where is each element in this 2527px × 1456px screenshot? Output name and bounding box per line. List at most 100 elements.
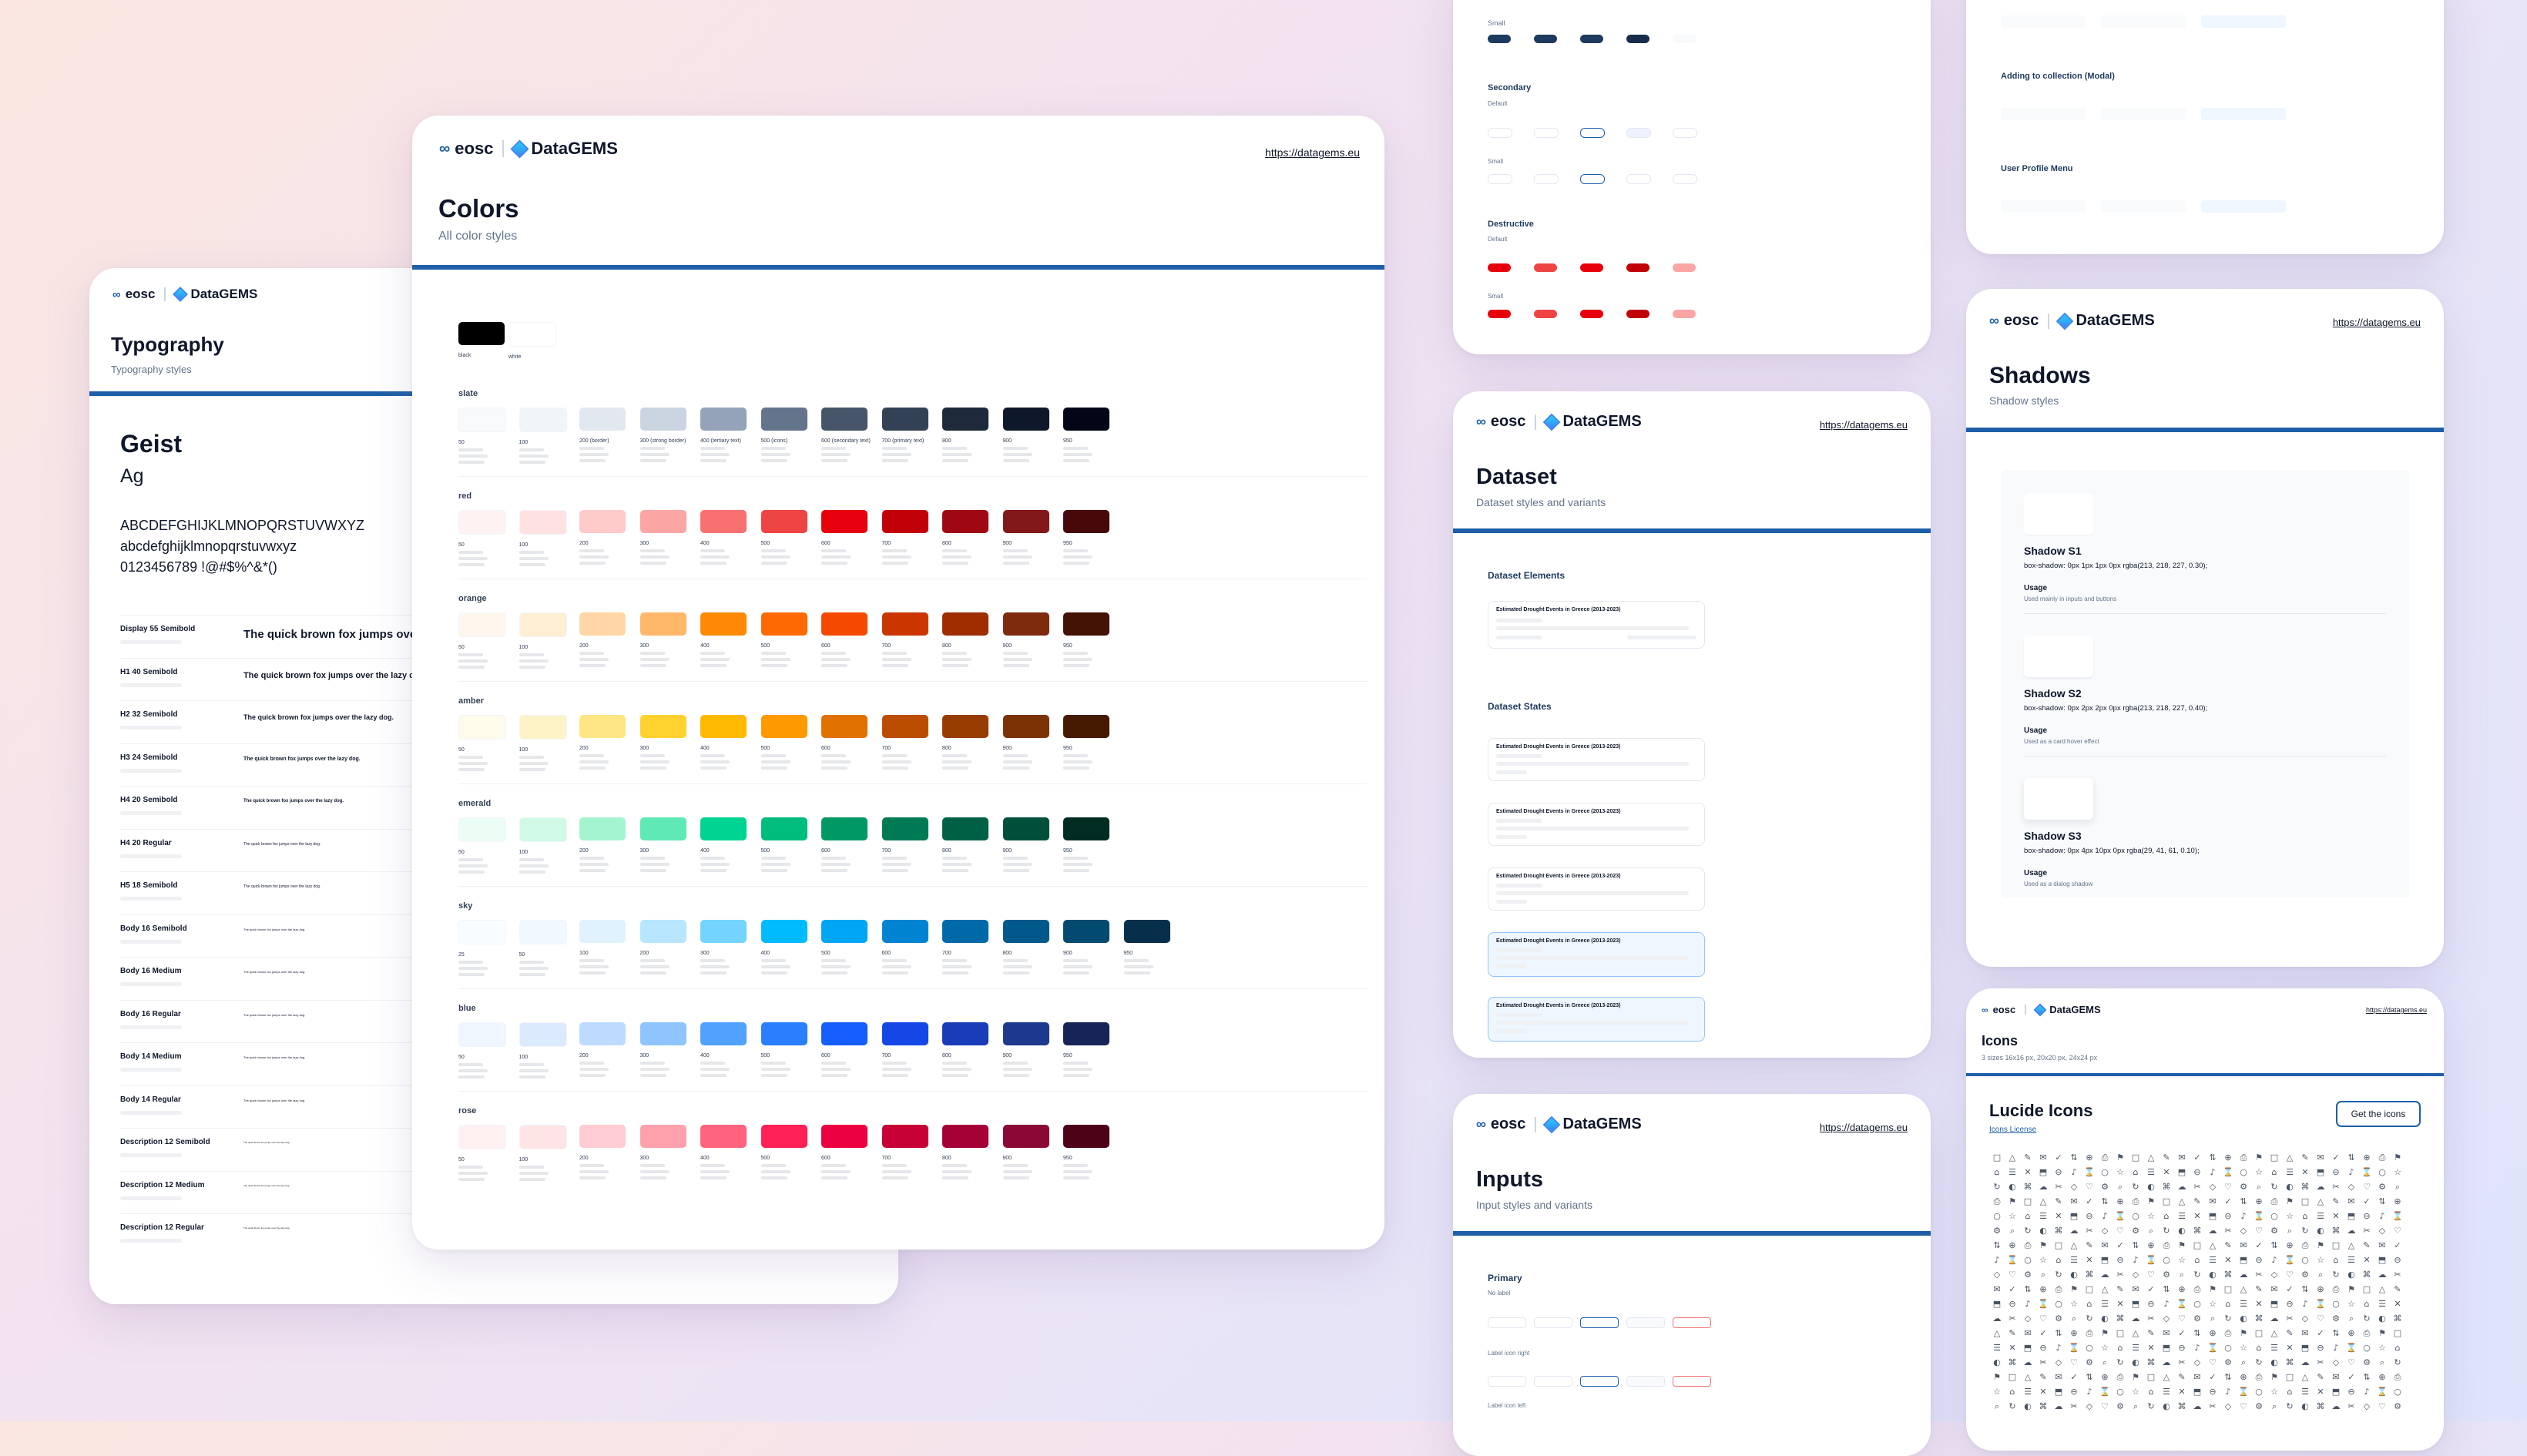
color-swatch[interactable]: 100 — [518, 817, 567, 874]
color-swatch[interactable]: 700 — [881, 715, 928, 770]
dataset-item[interactable]: Estimated Drought Events in Greece (2013… — [1488, 932, 1705, 977]
color-swatch[interactable]: 200 — [639, 920, 686, 975]
color-swatch[interactable]: 50 — [458, 1022, 506, 1079]
color-swatch[interactable]: 300 (strong border) — [639, 408, 686, 462]
color-swatch[interactable]: 200 — [579, 715, 626, 770]
color-swatch[interactable]: 300 — [639, 817, 686, 872]
color-swatch[interactable]: 800 — [942, 510, 988, 565]
color-swatch[interactable]: 600 — [881, 920, 928, 975]
color-swatch[interactable]: 950 — [1063, 612, 1109, 667]
sample-input[interactable] — [1534, 1317, 1572, 1328]
color-swatch[interactable]: 800 — [942, 1125, 988, 1179]
color-swatch[interactable]: 800 — [942, 817, 988, 872]
color-swatch[interactable]: 600 — [821, 1125, 868, 1179]
sample-button[interactable] — [1580, 263, 1603, 272]
sample-button[interactable] — [1673, 128, 1697, 138]
menu-item-sample[interactable] — [2101, 15, 2186, 28]
color-swatch[interactable]: 700 — [942, 920, 988, 975]
color-swatch[interactable]: 400 — [700, 1125, 747, 1179]
sample-button[interactable] — [1673, 263, 1696, 272]
color-swatch[interactable]: 300 — [639, 715, 686, 770]
menu-item-sample[interactable] — [2101, 108, 2186, 120]
color-swatch[interactable]: 100 — [518, 1022, 567, 1079]
color-swatch[interactable]: 400 (tertiary text) — [700, 408, 747, 462]
color-swatch[interactable]: 700 — [881, 817, 928, 872]
site-link[interactable]: https://datagems.eu — [2366, 1006, 2427, 1014]
sample-button[interactable] — [1534, 35, 1557, 43]
sample-input[interactable] — [1580, 1376, 1619, 1387]
color-swatch[interactable]: 100 — [518, 612, 567, 669]
color-swatch[interactable]: 500 — [760, 817, 807, 872]
color-swatch[interactable]: 900 — [1002, 1125, 1049, 1179]
color-swatch[interactable]: 50 — [458, 510, 506, 566]
sample-button[interactable] — [1580, 310, 1603, 318]
get-icons-button[interactable]: Get the icons — [2336, 1101, 2421, 1127]
color-swatch[interactable]: 700 — [881, 612, 928, 667]
icons-license-link[interactable]: Icons License — [1989, 1126, 2036, 1134]
color-swatch[interactable]: 800 — [942, 1022, 988, 1077]
dataset-item[interactable]: Estimated Drought Events in Greece (2013… — [1488, 867, 1705, 911]
menu-item-sample[interactable] — [2201, 15, 2286, 28]
color-swatch[interactable]: 600 — [821, 1022, 868, 1077]
site-link[interactable]: https://datagems.eu — [1820, 419, 1908, 431]
color-swatch[interactable]: 300 — [700, 920, 747, 975]
sample-button[interactable] — [1534, 310, 1557, 318]
color-swatch[interactable]: 400 — [700, 1022, 747, 1077]
color-swatch[interactable]: 50 — [518, 920, 567, 976]
sample-button[interactable] — [1488, 35, 1511, 43]
color-swatch[interactable]: 800 — [942, 612, 988, 667]
color-swatch[interactable]: 700 — [881, 1125, 928, 1179]
color-swatch[interactable]: 200 — [579, 1022, 626, 1077]
color-swatch[interactable]: 400 — [700, 817, 747, 872]
sample-button[interactable] — [1626, 35, 1649, 43]
sample-button[interactable] — [1488, 310, 1511, 318]
color-swatch[interactable]: 500 — [760, 612, 807, 667]
color-swatch[interactable]: 500 — [760, 1125, 807, 1179]
color-swatch[interactable]: 300 — [639, 510, 686, 565]
color-swatch[interactable]: 900 — [1002, 817, 1049, 872]
sample-button[interactable] — [1488, 263, 1511, 272]
color-swatch[interactable]: 500 — [760, 715, 807, 770]
color-swatch[interactable]: 200 — [579, 817, 626, 872]
color-swatch[interactable]: 600 — [821, 817, 868, 872]
sample-button[interactable] — [1488, 174, 1512, 184]
color-swatch[interactable]: 50 — [458, 612, 506, 669]
sample-button[interactable] — [1534, 174, 1559, 184]
color-swatch[interactable]: 950 — [1063, 817, 1109, 872]
sample-button[interactable] — [1673, 174, 1697, 184]
site-link[interactable]: https://datagems.eu — [1265, 146, 1360, 159]
sample-input[interactable] — [1534, 1376, 1572, 1387]
color-swatch[interactable]: 700 — [881, 510, 928, 565]
menu-item-sample[interactable] — [2001, 200, 2086, 213]
sample-button[interactable] — [1673, 310, 1696, 318]
color-swatch[interactable]: 800 — [1002, 920, 1049, 975]
color-swatch[interactable]: 600 — [821, 612, 868, 667]
menu-item-sample[interactable] — [2001, 108, 2086, 120]
color-swatch[interactable]: 400 — [700, 510, 747, 565]
dataset-item[interactable]: Estimated Drought Events in Greece (2013… — [1488, 803, 1705, 846]
color-swatch[interactable]: 700 — [881, 1022, 928, 1077]
color-swatch[interactable]: 25 — [458, 920, 506, 976]
color-swatch[interactable]: 500 — [760, 1022, 807, 1077]
sample-button[interactable] — [1626, 310, 1649, 318]
menu-item-sample[interactable] — [2101, 200, 2186, 213]
sample-button[interactable] — [1534, 263, 1557, 272]
color-swatch[interactable]: 200 — [579, 1125, 626, 1179]
color-swatch[interactable]: 300 — [639, 612, 686, 667]
color-swatch[interactable]: 200 — [579, 510, 626, 565]
sample-input[interactable] — [1673, 1376, 1711, 1387]
color-swatch[interactable]: 900 — [1002, 715, 1049, 770]
color-swatch[interactable]: 100 — [518, 1125, 567, 1181]
dataset-item[interactable]: Estimated Drought Events in Greece (2013… — [1488, 738, 1705, 781]
color-swatch[interactable]: 300 — [639, 1022, 686, 1077]
dataset-item[interactable]: Estimated Drought Events in Greece (2013… — [1488, 997, 1705, 1042]
color-swatch[interactable]: 100 — [518, 715, 567, 771]
sample-button[interactable] — [1580, 35, 1603, 43]
color-swatch[interactable]: 700 (primary text) — [881, 408, 928, 462]
color-swatch[interactable]: 900 — [1002, 1022, 1049, 1077]
color-swatch[interactable]: 500 — [760, 510, 807, 565]
color-swatch[interactable]: 500 — [821, 920, 868, 975]
color-swatch[interactable]: 950 — [1063, 715, 1109, 770]
color-swatch[interactable]: 900 — [1063, 920, 1109, 975]
color-swatch[interactable]: 50 — [458, 715, 506, 771]
